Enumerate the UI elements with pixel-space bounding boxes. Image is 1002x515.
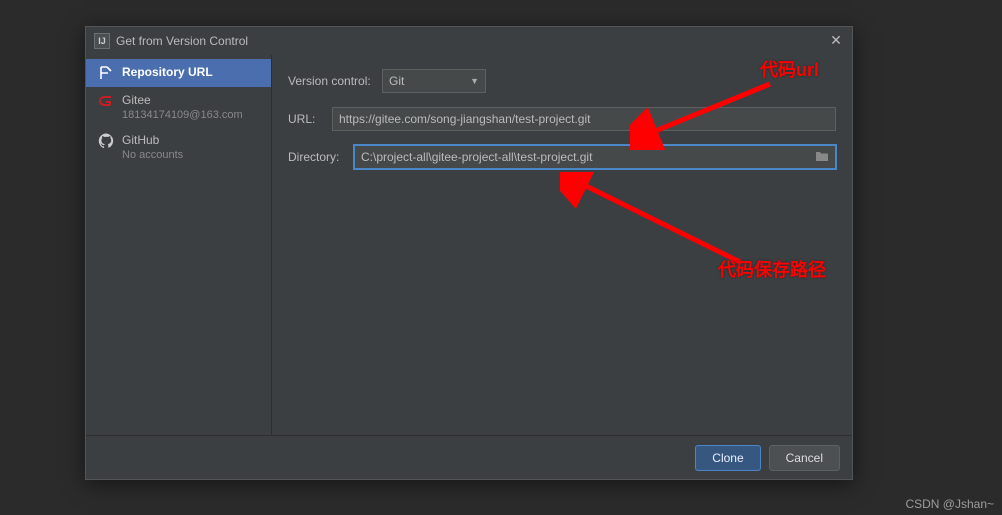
cancel-button[interactable]: Cancel [769,445,840,471]
close-icon[interactable]: ✕ [828,33,844,49]
sidebar-item-sublabel: 18134174109@163.com [122,109,243,121]
dialog-body: Repository URL Gitee 18134174109@163.com… [86,55,852,435]
sidebar-item-label: Gitee [122,93,243,107]
vcs-select-value: Git [389,74,404,88]
sidebar-item-label: GitHub [122,133,183,147]
sidebar-item-label: Repository URL [122,65,213,79]
folder-icon[interactable] [815,149,829,166]
dialog-title: Get from Version Control [116,34,828,48]
directory-input-value: C:\project-all\gitee-project-all\test-pr… [361,150,592,164]
gitee-icon [98,93,114,109]
repo-url-icon [98,65,114,81]
github-icon [98,133,114,149]
sidebar-item-sublabel: No accounts [122,149,183,161]
watermark: CSDN @Jshan~ [905,497,994,511]
app-icon: IJ [94,33,110,49]
directory-label: Directory: [288,150,346,164]
main-panel: Version control: Git ▼ URL: https://gite… [272,55,852,435]
titlebar: IJ Get from Version Control ✕ [86,27,852,55]
chevron-down-icon: ▼ [470,76,479,86]
sidebar-item-repo-url[interactable]: Repository URL [86,59,271,87]
vcs-label: Version control: [288,74,374,88]
vcs-select[interactable]: Git ▼ [382,69,486,93]
url-label: URL: [288,112,324,126]
sidebar: Repository URL Gitee 18134174109@163.com… [86,55,272,435]
clone-button[interactable]: Clone [695,445,760,471]
sidebar-item-gitee[interactable]: Gitee 18134174109@163.com [86,87,271,127]
url-input[interactable]: https://gitee.com/song-jiangshan/test-pr… [332,107,836,131]
directory-input[interactable]: C:\project-all\gitee-project-all\test-pr… [354,145,836,169]
url-input-value: https://gitee.com/song-jiangshan/test-pr… [339,112,590,126]
dialog-footer: Clone Cancel [86,435,852,479]
dialog: IJ Get from Version Control ✕ Repository… [85,26,853,480]
sidebar-item-github[interactable]: GitHub No accounts [86,127,271,167]
